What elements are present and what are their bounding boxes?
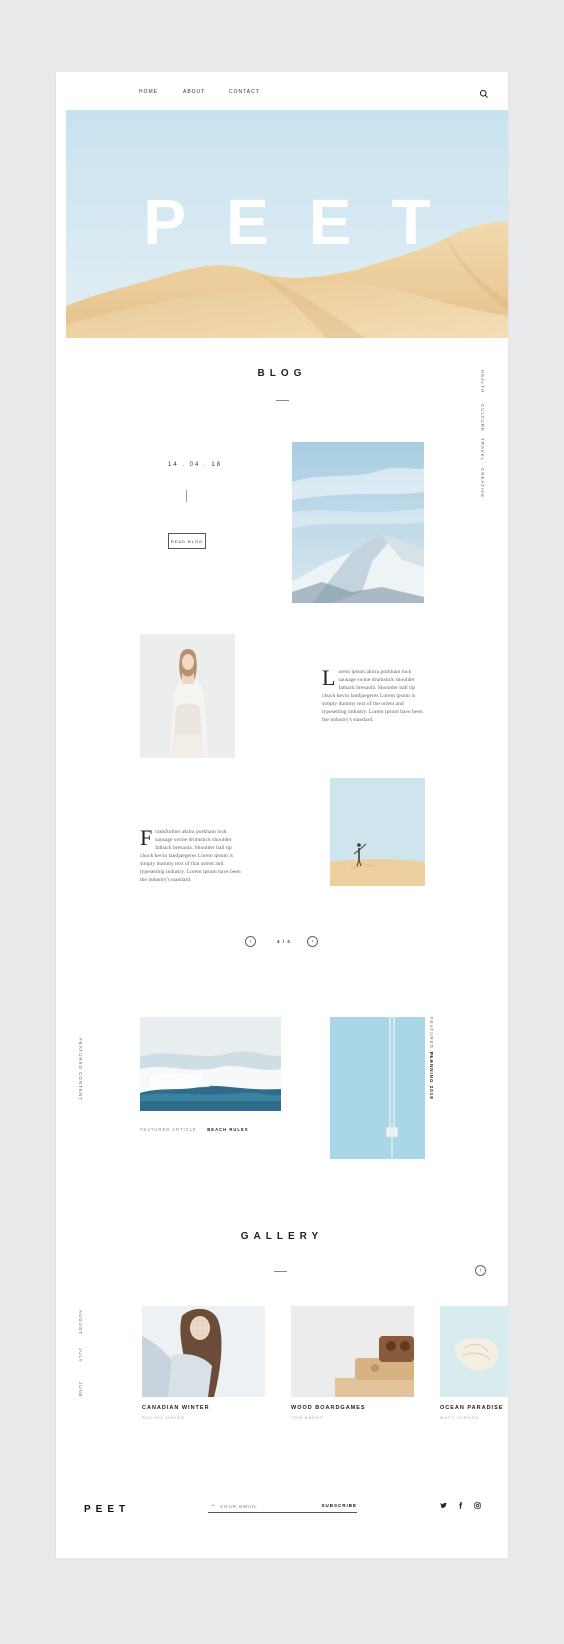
- gallery-item-author: RACHEL DAKER: [142, 1415, 185, 1420]
- gallery-item-1: CANADIAN WINTER RACHEL DAKER: [142, 1405, 210, 1420]
- nav-home[interactable]: HOME: [139, 89, 158, 95]
- nav-about[interactable]: ABOUT: [183, 89, 205, 95]
- gallery-item-title[interactable]: WOOD BOARDGAMES: [291, 1405, 366, 1411]
- gallery-title: GALLERY: [240, 1231, 324, 1242]
- category-culture[interactable]: CULTURE: [480, 404, 485, 432]
- newsletter-form: → SUBSCRIBE: [208, 1501, 357, 1513]
- date-divider: [186, 490, 187, 502]
- blog-paragraph-2: Frankfurther akitra porkham luck sausage…: [140, 825, 243, 884]
- category-creative[interactable]: CREATIVE: [480, 468, 485, 498]
- dropcap-f: F: [140, 825, 153, 850]
- prev-page-button[interactable]: ‹: [245, 936, 256, 947]
- gallery-image-canadian-winter[interactable]: [142, 1306, 265, 1397]
- gallery-image-ocean-paradise[interactable]: [440, 1306, 508, 1397]
- read-blog-button[interactable]: READ BLOG: [168, 533, 206, 549]
- paragraph-1-text: orem ipsum akitra porkham luck sausage s…: [322, 669, 423, 723]
- nav-contact[interactable]: CONTACT: [229, 89, 260, 95]
- gallery-item-3: OCEAN PARADISE MATT JORDEN: [440, 1405, 503, 1420]
- category-health[interactable]: HEALTH: [480, 370, 485, 393]
- instagram-icon[interactable]: [474, 1502, 481, 1511]
- chevron-left-icon: ‹: [249, 938, 252, 945]
- page-indicator: 4 / 4: [277, 939, 291, 944]
- month-august[interactable]: AUGUST: [78, 1310, 83, 1335]
- gallery-item-title[interactable]: CANADIAN WINTER: [142, 1405, 210, 1411]
- twitter-icon[interactable]: [440, 1502, 447, 1511]
- next-page-button[interactable]: ›: [307, 936, 318, 947]
- mountain-image[interactable]: [292, 442, 424, 603]
- gallery-image-wood-boardgames[interactable]: [291, 1306, 414, 1397]
- arrow-right-icon: →: [210, 1502, 216, 1508]
- gallery-divider: [274, 1271, 287, 1272]
- category-travel[interactable]: TRAVEL: [480, 438, 485, 461]
- featured-article-title[interactable]: BEACH RULES: [207, 1127, 248, 1132]
- blog-divider: [276, 400, 289, 401]
- chevron-right-icon: ›: [311, 938, 314, 945]
- gallery-next-button[interactable]: ›: [475, 1265, 486, 1276]
- hero-banner: PEET: [66, 110, 508, 338]
- month-july[interactable]: JULY: [78, 1348, 83, 1363]
- gallery-item-author: MATT JORDEN: [440, 1415, 480, 1420]
- paragraph-2-text: rankfurther akitra porkham luck sausage …: [140, 829, 241, 883]
- gallery-item-title[interactable]: OCEAN PARADISE: [440, 1405, 503, 1411]
- gallery-item-2: WOOD BOARDGAMES TOM BARRY: [291, 1405, 366, 1420]
- post-date: 14 . 04 . 18: [168, 462, 223, 468]
- subscribe-button[interactable]: SUBSCRIBE: [321, 1503, 357, 1508]
- desert-person-image[interactable]: [330, 778, 425, 886]
- search-icon[interactable]: [479, 86, 489, 98]
- blue-wall-image[interactable]: [330, 1017, 425, 1159]
- featured-content-label: FEATURED CONTENT: [78, 1038, 83, 1101]
- ocean-wave-image[interactable]: [140, 1017, 281, 1111]
- footer-logo[interactable]: PEET: [84, 1504, 130, 1515]
- featured-article-label: FEATURED ARTICLE: [140, 1127, 197, 1132]
- hero-title: PEET: [143, 186, 471, 258]
- planning-title[interactable]: PLANNING 2018: [429, 1052, 434, 1100]
- gallery-item-author: TOM BARRY: [291, 1415, 324, 1420]
- month-june[interactable]: JUNE: [78, 1382, 83, 1398]
- page-card: HOME ABOUT CONTACT PEET BLOG HEALTH CULT…: [56, 72, 508, 1558]
- facebook-icon[interactable]: [457, 1502, 464, 1511]
- featured-article-caption: FEATURED ARTICLE BEACH RULES: [140, 1118, 249, 1136]
- email-input[interactable]: [220, 1501, 310, 1511]
- chevron-right-icon: ›: [479, 1267, 482, 1274]
- blog-title: BLOG: [257, 368, 307, 379]
- blog-paragraph-1: Lorem ipsum akitra porkham luck sausage …: [322, 665, 425, 724]
- dropcap-l: L: [322, 665, 336, 690]
- woman-portrait-image[interactable]: [140, 634, 235, 758]
